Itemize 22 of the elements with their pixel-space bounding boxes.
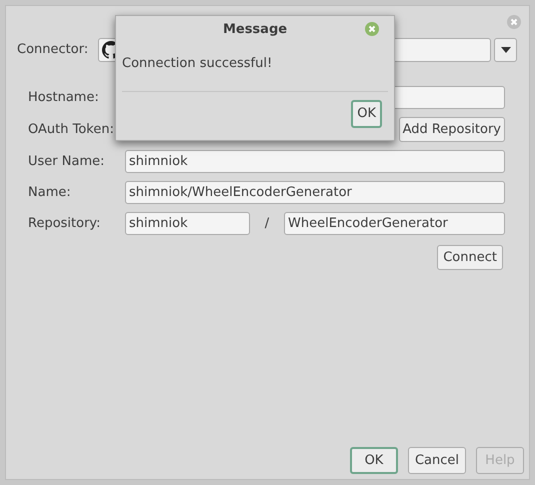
text-field[interactable]: WheelEncoderGenerator [284, 212, 505, 235]
field-label: Repository: [28, 214, 102, 233]
dropdown-button[interactable] [494, 38, 517, 62]
field-label: OAuth Token: [28, 120, 115, 139]
connector-label: Connector: [17, 41, 89, 60]
dialog-button[interactable]: Cancel [408, 447, 466, 474]
dialog-button[interactable]: OK [350, 447, 398, 474]
message-text: Connection successful! [121, 55, 274, 73]
text-field[interactable]: shimniok [125, 150, 505, 173]
field-label: User Name: [28, 152, 106, 171]
ok-button[interactable]: OK [351, 100, 382, 128]
field-label: Hostname: [28, 88, 100, 107]
close-icon[interactable] [365, 22, 379, 36]
caret-icon [500, 47, 510, 53]
text-field[interactable]: shimniok [125, 212, 250, 235]
close-icon[interactable] [507, 15, 521, 29]
connect-button[interactable]: Connect [437, 245, 503, 270]
separator-text: / [264, 214, 270, 233]
message-title: Message [222, 21, 288, 40]
field-label: Name: [28, 184, 72, 202]
add-repository-button[interactable]: Add Repository [398, 117, 505, 142]
text-field[interactable]: shimniok/WheelEncoderGenerator [125, 181, 505, 204]
